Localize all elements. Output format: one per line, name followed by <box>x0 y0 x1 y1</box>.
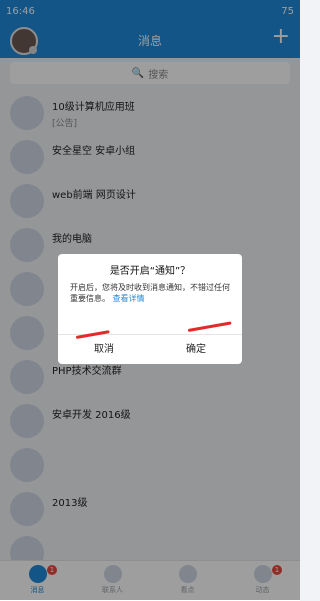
dialog-text: 开启后，您将及时收到消息通知，不错过任何重要信息。 <box>70 283 230 303</box>
dialog-body: 开启后，您将及时收到消息通知，不错过任何重要信息。 查看详情 <box>70 282 232 304</box>
dialog-title: 是否开启“通知”？ <box>109 266 191 277</box>
cancel-button[interactable]: 取消 <box>58 340 150 355</box>
notification-dialog: 是否开启“通知”？ 开启后，您将及时收到消息通知，不错过任何重要信息。 查看详情… <box>58 254 242 364</box>
ok-button[interactable]: 确定 <box>150 340 242 355</box>
details-link[interactable]: 查看详情 <box>113 294 145 303</box>
